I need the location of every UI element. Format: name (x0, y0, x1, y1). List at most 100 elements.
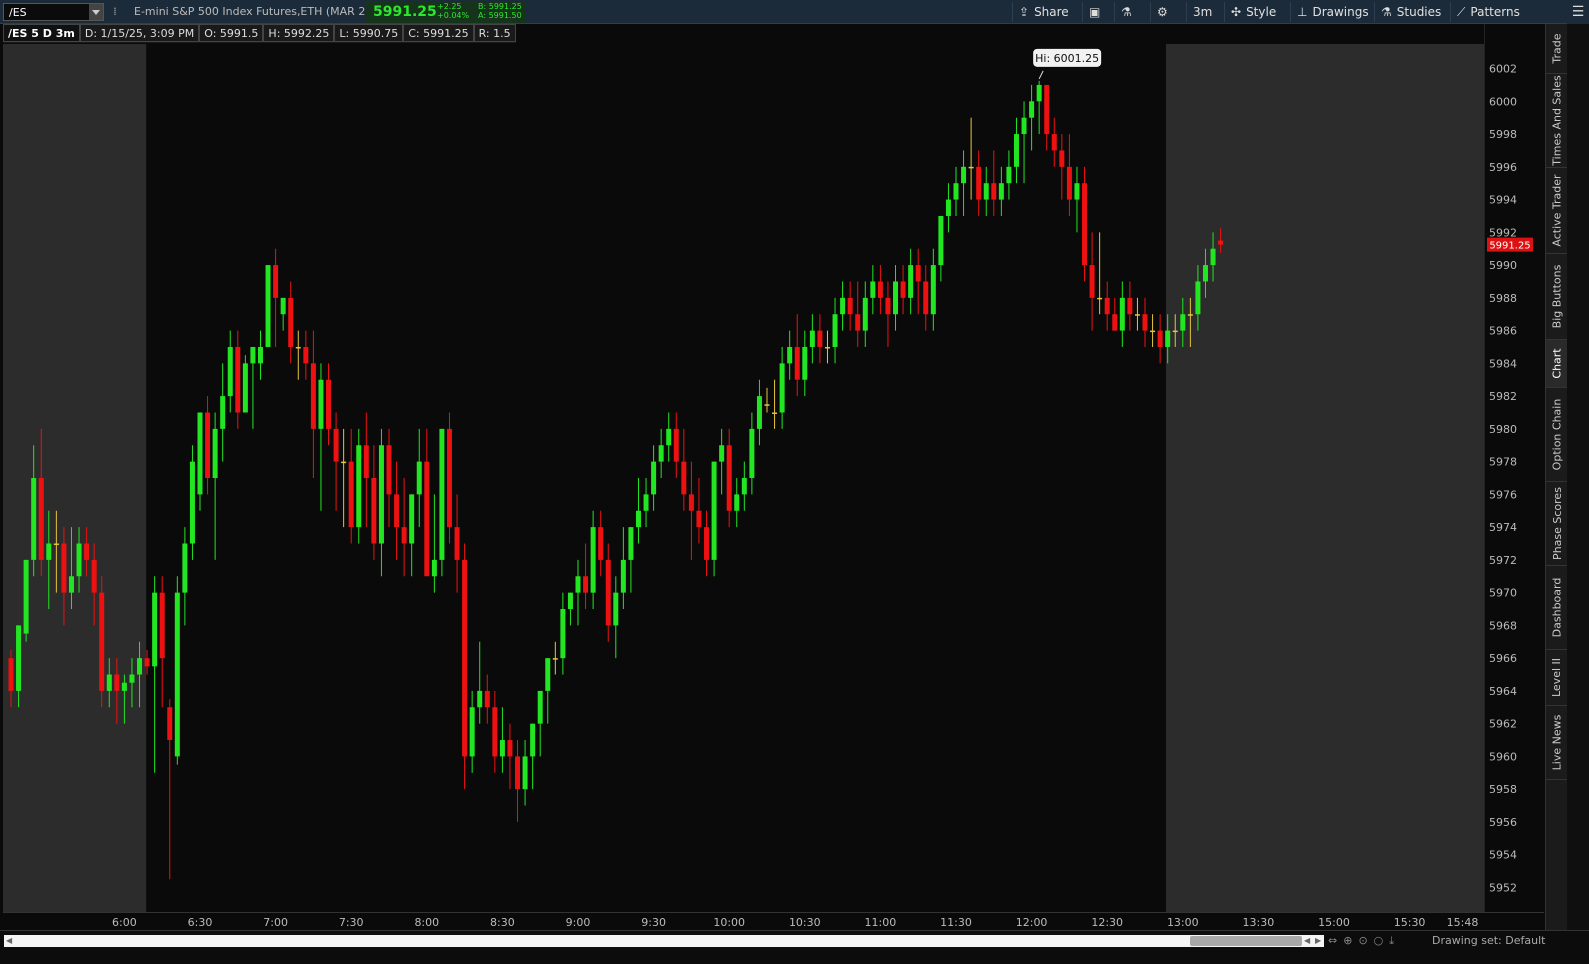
candle-body (462, 559, 468, 757)
time-tick-label: 11:30 (940, 916, 972, 929)
scroll-right-icon[interactable]: ▶ (1315, 936, 1321, 945)
instrument-description: E-mini S&P 500 Index Futures,ETH (MAR 25… (134, 5, 377, 18)
download-icon[interactable]: ⤓ (1389, 934, 1394, 948)
candle-body (976, 166, 982, 200)
candle-body (106, 674, 112, 691)
link-icon[interactable]: ⁞ (110, 5, 120, 19)
sidebar-tab-big-buttons[interactable]: Big Buttons (1546, 254, 1568, 340)
candle-body (152, 592, 158, 667)
extended-hours-shade-pre (3, 44, 147, 912)
candle-body (257, 346, 263, 364)
candle-body (84, 543, 90, 560)
infobar-symbol[interactable]: /ES 5 D 3m (3, 24, 80, 42)
candle-body (1044, 84, 1050, 135)
time-tick-label: 9:00 (566, 916, 591, 929)
candle-body (38, 478, 44, 560)
time-tick-label: 9:30 (641, 916, 666, 929)
candle-body (696, 510, 702, 528)
style-button[interactable]: ✣ Style (1224, 2, 1282, 22)
sidebar-tab-option-chain[interactable]: Option Chain (1546, 388, 1568, 482)
symbol-dropdown-chevron-down-icon[interactable] (89, 4, 103, 20)
candle-body (16, 625, 22, 691)
zoom-out-icon[interactable]: ○ (1374, 934, 1384, 948)
flask-button[interactable]: ⚗ (1114, 2, 1138, 22)
candle-body (114, 674, 120, 691)
candle (462, 543, 468, 790)
snapshot-button[interactable]: ▣ (1082, 2, 1106, 22)
candle-body (772, 412, 778, 414)
sidebar-tab-phase-scores[interactable]: Phase Scores (1546, 482, 1568, 566)
candle-body (953, 183, 959, 200)
bottom-bar: ◀ ◀ ▶ ⇔ ⊕ ⊙ ○ ⤓ Drawing set: Default (0, 930, 1589, 964)
symbol-input[interactable]: /ES (3, 3, 104, 21)
candle-body (371, 478, 377, 544)
candle-body (1127, 297, 1133, 315)
zoom-in-icon[interactable]: ⊙ (1358, 934, 1367, 948)
expand-icon[interactable]: ⇔ (1328, 934, 1337, 948)
time-tick-label: 10:00 (713, 916, 745, 929)
studies-button[interactable]: ⚗ Studies (1374, 2, 1447, 22)
sidebar-tab-level-ii[interactable]: Level II (1546, 650, 1568, 706)
time-tick-label: 8:30 (490, 916, 515, 929)
candle-body (1082, 183, 1088, 266)
candle-body (651, 461, 657, 495)
price-tick-label: 5954 (1489, 849, 1517, 862)
drawing-set-label[interactable]: Drawing set: Default (1432, 934, 1545, 947)
candle-body (590, 527, 596, 593)
candle-body (704, 527, 710, 560)
candle-body (779, 363, 785, 413)
candle-body (1097, 297, 1103, 300)
price-axis[interactable]: 6002 6000 5998 5996 5994 5992 5990 5988 5986 5984… (1484, 24, 1544, 914)
candle-body (991, 183, 997, 200)
price-tick-label: 5994 (1489, 194, 1517, 207)
time-axis[interactable]: 6:00 6:30 7:00 7:30 8:00 8:30 9:00 9:30 10:00 10:… (3, 912, 1544, 930)
candle-body (182, 543, 188, 593)
time-tick-label: 13:30 (1243, 916, 1275, 929)
sidebar-tab-trade[interactable]: Trade (1546, 24, 1568, 74)
sidebar-tab-live-news[interactable]: Live News (1546, 706, 1568, 780)
crosshair-icon[interactable]: ⊕ (1343, 934, 1352, 948)
sidebar-tab-active-trader[interactable]: Active Trader (1546, 168, 1568, 254)
horizontal-scrollbar[interactable]: ◀ ◀ ▶ (4, 935, 1324, 947)
candle-body (492, 707, 498, 757)
candle-body (454, 527, 460, 560)
price-tick-label: 5984 (1489, 357, 1517, 370)
regular-session-background (146, 44, 1166, 912)
time-tick-label: 12:30 (1091, 916, 1123, 929)
current-price-tag-text: 5991.25 (1489, 241, 1530, 252)
price-tick-label: 5990 (1489, 259, 1517, 272)
candle (356, 428, 362, 544)
candle-body (242, 363, 248, 413)
candle-body (205, 412, 211, 478)
candle-body (1134, 314, 1140, 316)
high-label-text: Hi: 6001.25 (1035, 52, 1099, 65)
sidebar-tab-times-and-sales[interactable]: Times And Sales (1546, 74, 1568, 168)
timeframe-button[interactable]: 3m (1186, 2, 1218, 22)
candle-body (1059, 150, 1065, 167)
candle-body (930, 265, 936, 315)
scrollbar-thumb[interactable] (1190, 936, 1302, 946)
settings-button[interactable]: ⚙ (1150, 2, 1174, 22)
share-button[interactable]: ⇪ Share (1012, 2, 1075, 22)
menu-icon[interactable]: ☰ (1567, 0, 1589, 24)
ask-price: A: 5991.50 (478, 11, 522, 20)
candle-body (1165, 330, 1171, 347)
candle-body (1021, 117, 1027, 135)
candle-body (273, 265, 279, 298)
drawings-button[interactable]: ⊥ Drawings (1290, 2, 1375, 22)
scroll-left-icon[interactable]: ◀ (6, 936, 12, 945)
patterns-label: Patterns (1470, 5, 1520, 19)
price-chart[interactable]: Hi: 6001.25 (3, 44, 1484, 912)
candle-body (499, 740, 505, 757)
sidebar-tab-dashboard[interactable]: Dashboard (1546, 566, 1568, 650)
scroll-left-small-icon[interactable]: ◀ (1304, 936, 1310, 945)
sidebar-tab-chart[interactable]: Chart (1546, 340, 1568, 388)
candle-body (280, 297, 286, 315)
infobar-open: O: 5991.5 (199, 24, 264, 42)
candle-body (76, 543, 82, 577)
candlestick-chart-svg[interactable]: Hi: 6001.25 (3, 44, 1484, 912)
price-tick-label: 5978 (1489, 456, 1517, 469)
studies-label: Studies (1396, 5, 1442, 19)
patterns-button[interactable]: ⟋ Patterns (1450, 2, 1526, 22)
candle-body (348, 461, 354, 528)
